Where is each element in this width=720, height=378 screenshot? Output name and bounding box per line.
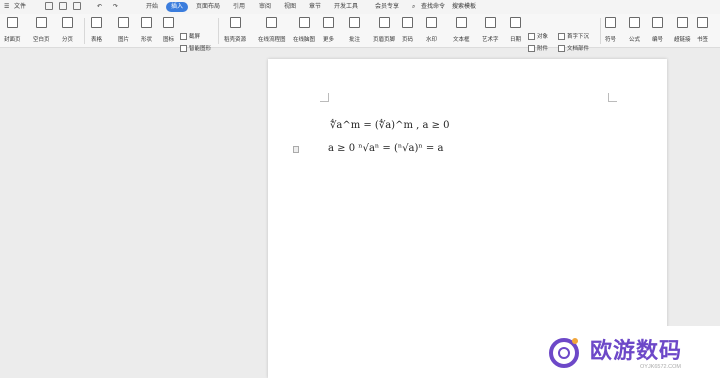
shape-icon [141,17,152,28]
icons-icon [163,17,174,28]
numbering-button[interactable]: 编号 [652,17,663,44]
print-icon[interactable] [59,2,67,10]
margin-corner-top-right [608,93,617,102]
doc-parts-button[interactable]: 文档部件 [558,45,589,53]
cover-page-icon [6,17,18,28]
online-mindmap-button[interactable]: 在线脑图 [293,17,315,44]
smart-graphic-icon [180,45,187,53]
symbol-button[interactable]: 符号 [605,17,616,44]
tab-chapter[interactable]: 章节 [309,2,321,12]
text-box-button[interactable]: 文本框 [453,17,470,44]
formula-line-1[interactable]: ∜a^m = (∜a)^m , a ≥ 0 [330,120,450,131]
icon-button[interactable]: 图标 [163,17,174,44]
docer-icon [229,17,241,28]
tab-member[interactable]: 会员专享 [375,2,399,12]
drop-cap-button[interactable]: 首字下沉 [558,33,589,41]
brand-site: OYJK6572.COM [640,364,681,370]
doc-parts-icon [558,45,565,53]
undo-icon[interactable]: ↶ [97,2,102,12]
picture-button[interactable]: 图片 [118,17,129,44]
screenshot-button[interactable]: 截屏 [180,33,200,41]
cover-page-button[interactable]: 封面页 [4,17,21,44]
date-button[interactable]: 日期 [510,17,521,44]
redo-icon[interactable]: ↷ [113,2,118,12]
tab-developer[interactable]: 开发工具 [334,2,358,12]
attachment-icon [528,45,535,53]
page-number-button[interactable]: 页码 [402,17,413,44]
blank-page-button[interactable]: 空白页 [33,17,50,44]
comment-button[interactable]: 批注 [349,17,360,44]
smart-graphic-button[interactable]: 智能图形 [180,45,211,53]
formula-text-1: ∜a^m = (∜a)^m , a ≥ 0 [330,120,450,131]
search-commands[interactable]: 查找命令 [421,2,445,12]
tab-view[interactable]: 视图 [284,2,296,12]
divider [218,18,219,44]
attachment-button[interactable]: 附件 [528,45,548,53]
drop-cap-icon [558,33,565,41]
docer-resources-button[interactable]: 稻壳资源 [224,17,246,44]
object-button[interactable]: 对象 [528,33,548,41]
screenshot-icon [180,33,187,41]
tab-references[interactable]: 引用 [233,2,245,12]
brand-logo-icon [549,338,579,368]
bookmark-button[interactable]: 书签 [697,17,708,44]
hyperlink-icon [676,17,688,28]
formula-text-2: a ≥ 0 ⁿ√aⁿ = (ⁿ√a)ⁿ = a [328,143,444,154]
picture-icon [118,17,129,28]
blank-page-icon [35,17,47,28]
comment-icon [349,17,360,28]
tab-page-layout[interactable]: 页面布局 [196,2,220,12]
text-box-icon [455,17,467,28]
ribbon-toolbar: 封面页 空白页 分页 表格 图片 形状 图标 截屏 智能图形 稻壳资源 在线流程… [0,14,720,53]
date-icon [510,17,521,28]
search-templates[interactable]: 搜索模板 [452,2,476,12]
save-icon[interactable] [45,2,53,10]
object-icon [528,33,535,41]
watermark-icon [426,17,437,28]
tab-insert[interactable]: 插入 [166,2,189,12]
paragraph-mark-icon[interactable] [293,146,299,153]
mindmap-icon [298,17,310,28]
flowchart-icon [266,17,278,28]
header-footer-button[interactable]: 页眉页脚 [373,17,395,44]
equation-button[interactable]: 公式 [629,17,640,44]
page-break-icon [62,17,73,28]
watermark-button[interactable]: 水印 [426,17,437,44]
page-break-button[interactable]: 分页 [62,17,73,44]
hyperlink-button[interactable]: 超链接 [674,17,691,44]
formula-line-2[interactable]: a ≥ 0 ⁿ√aⁿ = (ⁿ√a)ⁿ = a [328,143,443,154]
table-button[interactable]: 表格 [91,17,102,44]
divider [600,18,601,44]
menu-bar: ☰ 文件 ↶ ↷ 开始 插入 页面布局 引用 审阅 视图 章节 开发工具 会员专… [0,0,720,15]
preview-icon[interactable] [73,2,81,10]
equation-icon [629,17,640,28]
online-flowchart-button[interactable]: 在线流程图 [258,17,286,44]
search-icon: ⌕ [412,4,416,10]
word-art-icon [484,17,496,28]
header-footer-icon [378,17,390,28]
symbol-icon [605,17,616,28]
more-button[interactable]: 更多 [323,17,334,44]
page-number-icon [402,17,413,28]
margin-corner-top-left [320,93,329,102]
word-art-button[interactable]: 艺术字 [482,17,499,44]
tab-home[interactable]: 开始 [146,2,158,12]
shape-button[interactable]: 形状 [141,17,152,44]
divider [84,18,85,44]
more-icon [323,17,334,28]
file-menu[interactable]: 文件 [14,2,26,12]
bookmark-icon [697,17,708,28]
table-icon [91,17,102,28]
menu-icon[interactable]: ☰ [4,2,9,12]
tab-review[interactable]: 审阅 [259,2,271,12]
numbering-icon [652,17,663,28]
brand-name: 欧游数码 [590,339,683,364]
